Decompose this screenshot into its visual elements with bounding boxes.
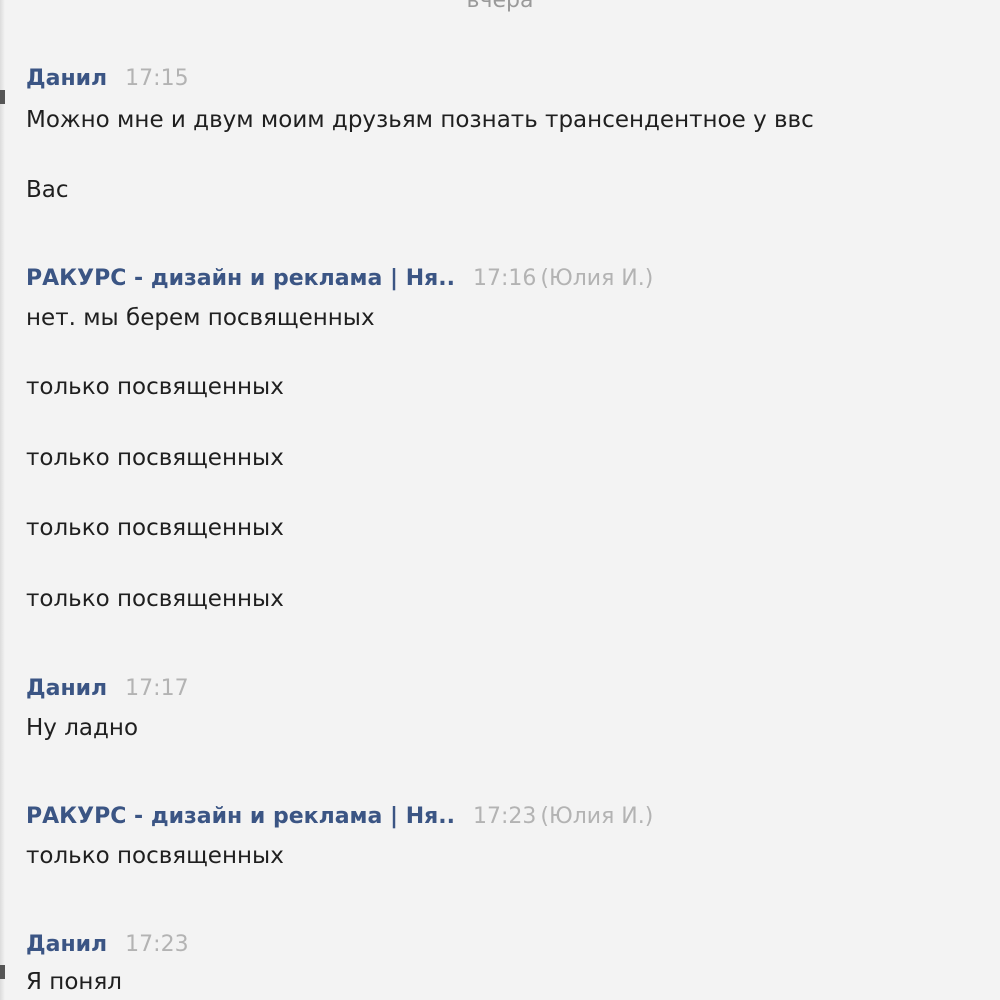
message-header: Данил 17:23: [26, 930, 189, 960]
message-time: 17:23: [125, 932, 189, 957]
message-header: РАКУРС - дизайн и реклама | Ня.. 17:16 (Юл…: [26, 264, 653, 294]
message-time: 17:23: [472, 804, 537, 829]
message-text: только посвященных: [26, 445, 284, 471]
message-time: 17:17: [125, 676, 189, 701]
message-text: только посвященных: [26, 515, 284, 541]
message-sender-note: (Юлия И.): [540, 266, 654, 291]
message-header: Данил 17:17: [26, 674, 189, 704]
message-marker: [0, 90, 5, 104]
message-author[interactable]: Данил: [26, 932, 107, 957]
left-edge-shadow: [0, 0, 5, 1000]
message-author[interactable]: РАКУРС - дизайн и реклама | Ня..: [26, 266, 455, 291]
message-author[interactable]: Данил: [26, 66, 107, 91]
message-sender-note: (Юлия И.): [540, 804, 654, 829]
message-text: только посвященных: [26, 843, 284, 869]
message-author[interactable]: Данил: [26, 676, 107, 701]
message-text: Вас: [26, 177, 69, 203]
message-text: Я понял: [26, 969, 122, 995]
message-text: только посвященных: [26, 586, 284, 612]
message-text: нет. мы берем посвященных: [26, 305, 375, 331]
chat-screen[interactable]: вчера Данил 17:15 Можно мне и двум моим д…: [0, 0, 1000, 1000]
message-marker: [0, 965, 5, 979]
message-author[interactable]: РАКУРС - дизайн и реклама | Ня..: [26, 804, 455, 829]
message-text: Ну ладно: [26, 715, 139, 741]
message-time: 17:16: [472, 266, 537, 291]
date-separator: вчера: [466, 0, 534, 13]
message-text: только посвященных: [26, 374, 284, 400]
message-header: РАКУРС - дизайн и реклама | Ня.. 17:23 (Юл…: [26, 802, 653, 832]
message-text: Можно мне и двум моим друзьям познать тр…: [26, 107, 814, 133]
message-header: Данил 17:15: [26, 64, 189, 94]
message-time: 17:15: [125, 66, 189, 91]
